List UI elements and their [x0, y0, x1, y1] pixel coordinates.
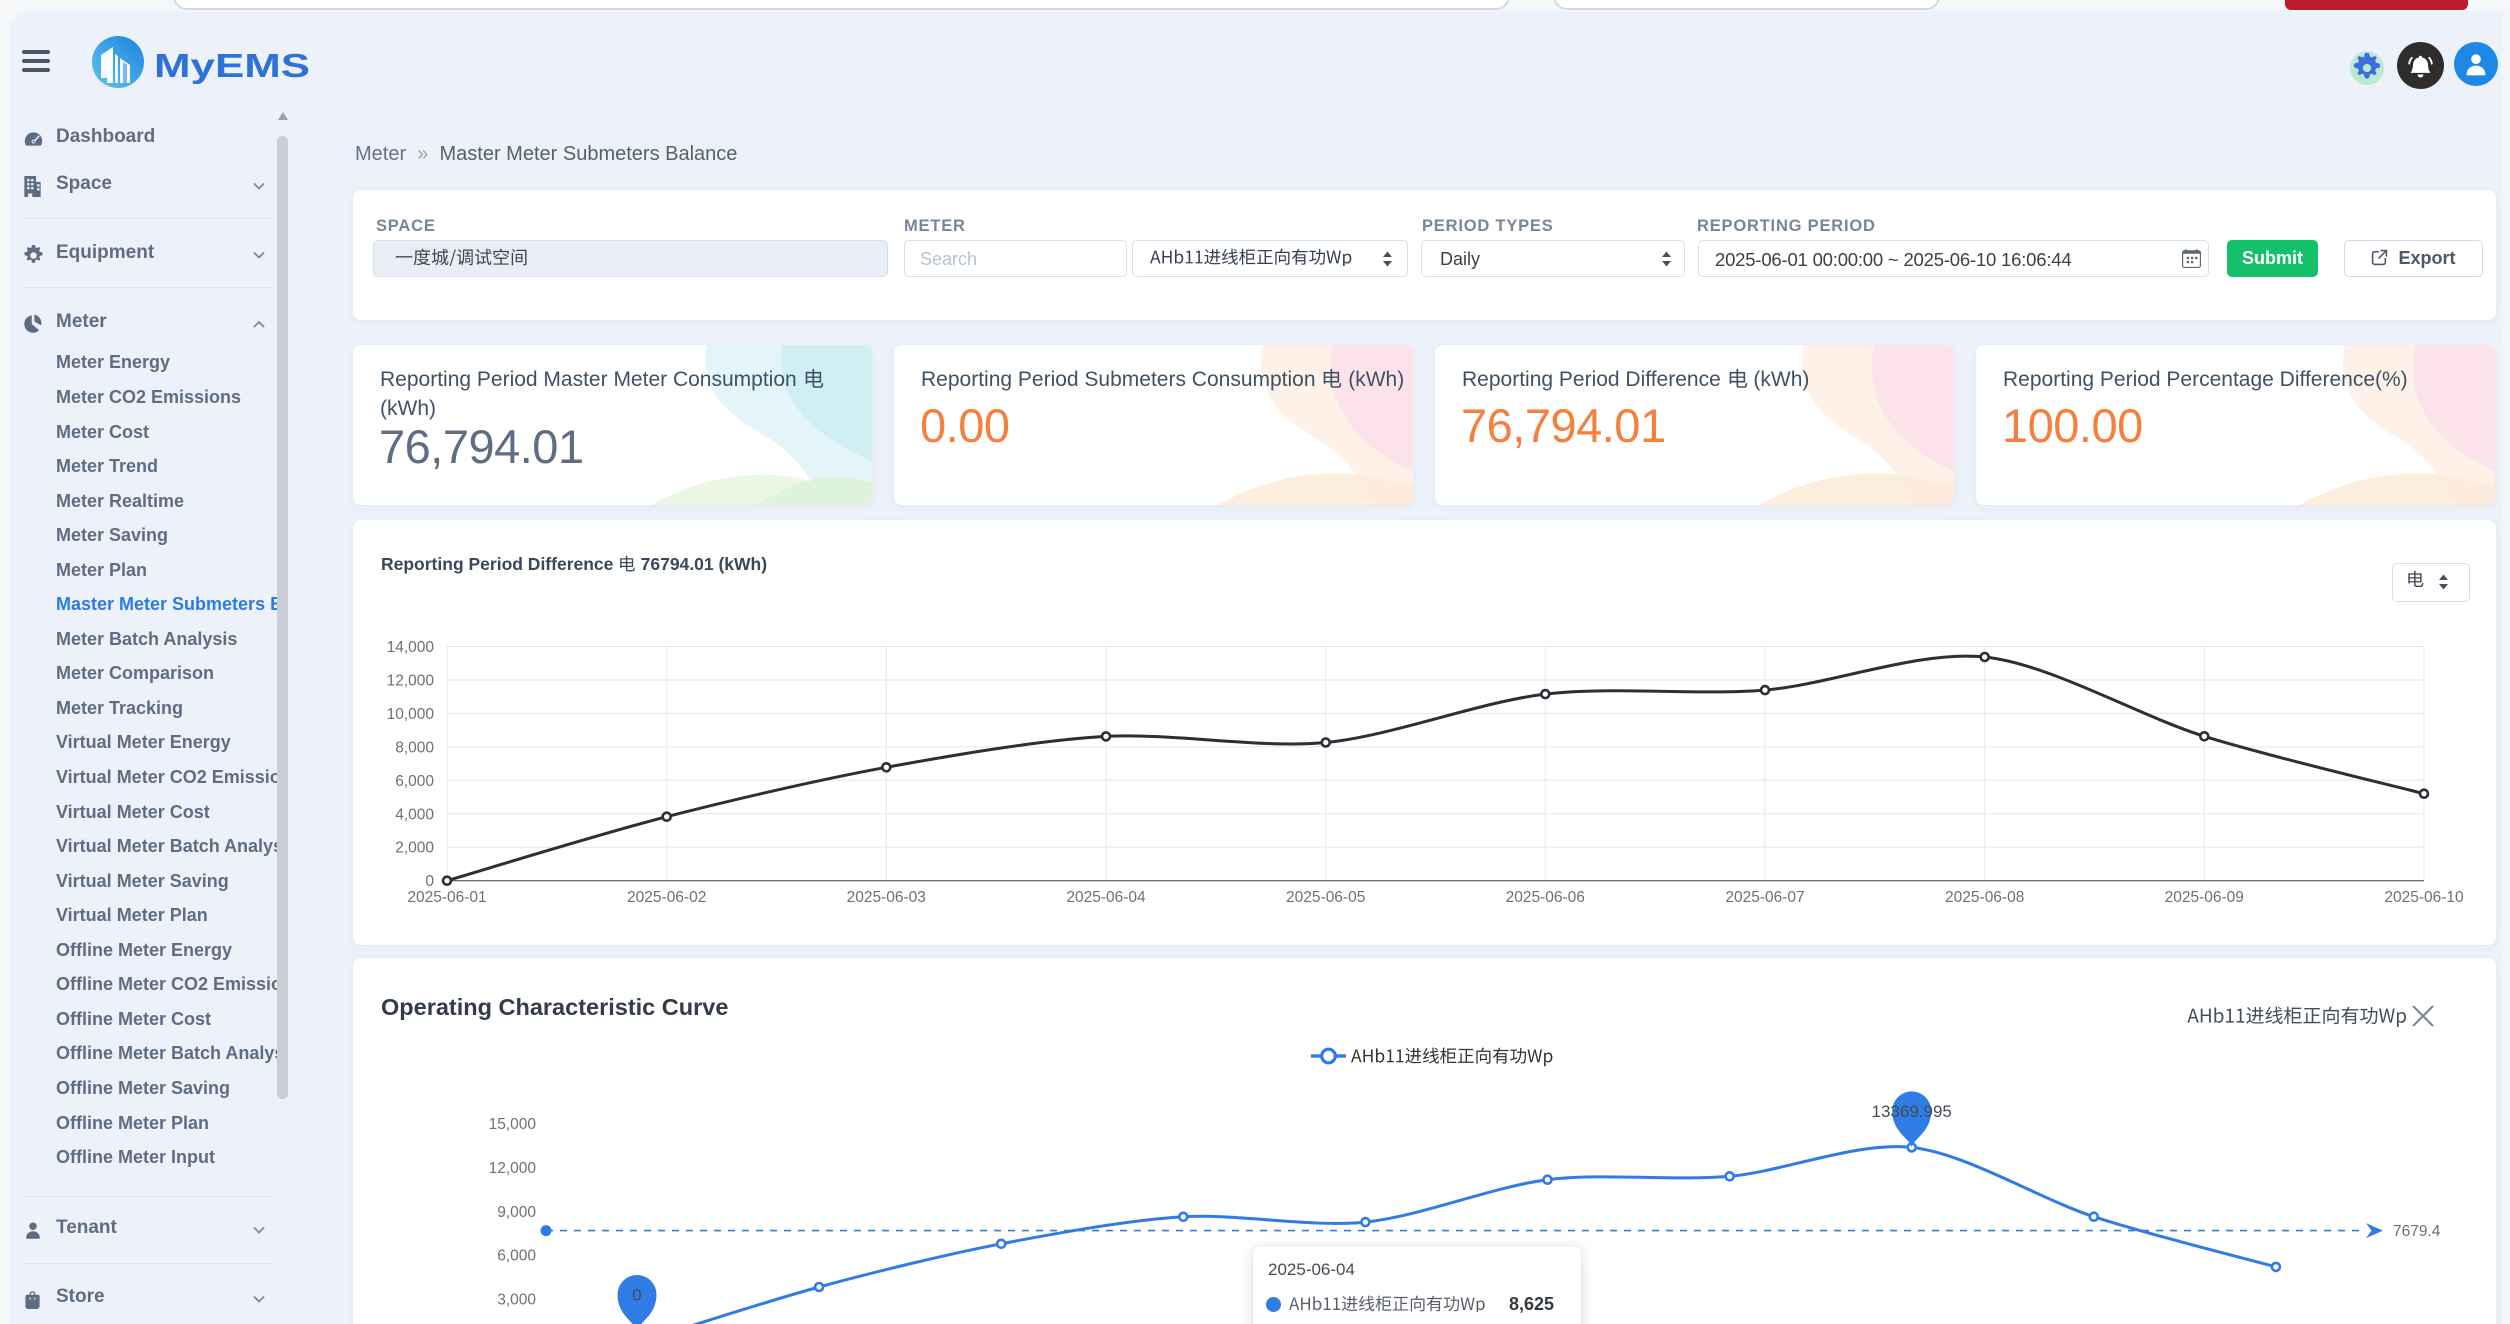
svg-text:2025-06-03: 2025-06-03: [847, 889, 926, 906]
svg-text:2025-06-04: 2025-06-04: [1066, 889, 1146, 906]
svg-text:13369.995: 13369.995: [1872, 1102, 1952, 1121]
svg-text:12,000: 12,000: [387, 673, 435, 690]
svg-text:8,000: 8,000: [395, 739, 434, 756]
svg-text:0: 0: [425, 873, 434, 890]
svg-text:2,000: 2,000: [395, 840, 434, 857]
svg-text:15,000: 15,000: [489, 1116, 537, 1133]
svg-text:2025-06-09: 2025-06-09: [2165, 889, 2244, 906]
svg-text:2025-06-01: 2025-06-01: [407, 889, 486, 906]
svg-text:2025-06-06: 2025-06-06: [1506, 889, 1585, 906]
svg-text:0: 0: [632, 1286, 641, 1305]
svg-text:10,000: 10,000: [387, 706, 435, 723]
svg-text:2025-06-07: 2025-06-07: [1725, 889, 1804, 906]
svg-text:2025-06-10: 2025-06-10: [2384, 889, 2464, 906]
svg-text:4,000: 4,000: [395, 806, 434, 823]
svg-text:2025-06-02: 2025-06-02: [627, 889, 706, 906]
svg-text:9,000: 9,000: [497, 1204, 536, 1221]
svg-text:2025-06-05: 2025-06-05: [1286, 889, 1365, 906]
svg-text:12,000: 12,000: [489, 1160, 537, 1177]
svg-text:3,000: 3,000: [497, 1292, 536, 1309]
svg-text:2025-06-08: 2025-06-08: [1945, 889, 2024, 906]
svg-text:7679.4: 7679.4: [2393, 1223, 2441, 1240]
svg-text:6,000: 6,000: [497, 1248, 536, 1265]
svg-text:6,000: 6,000: [395, 773, 434, 790]
svg-text:14,000: 14,000: [387, 639, 435, 656]
